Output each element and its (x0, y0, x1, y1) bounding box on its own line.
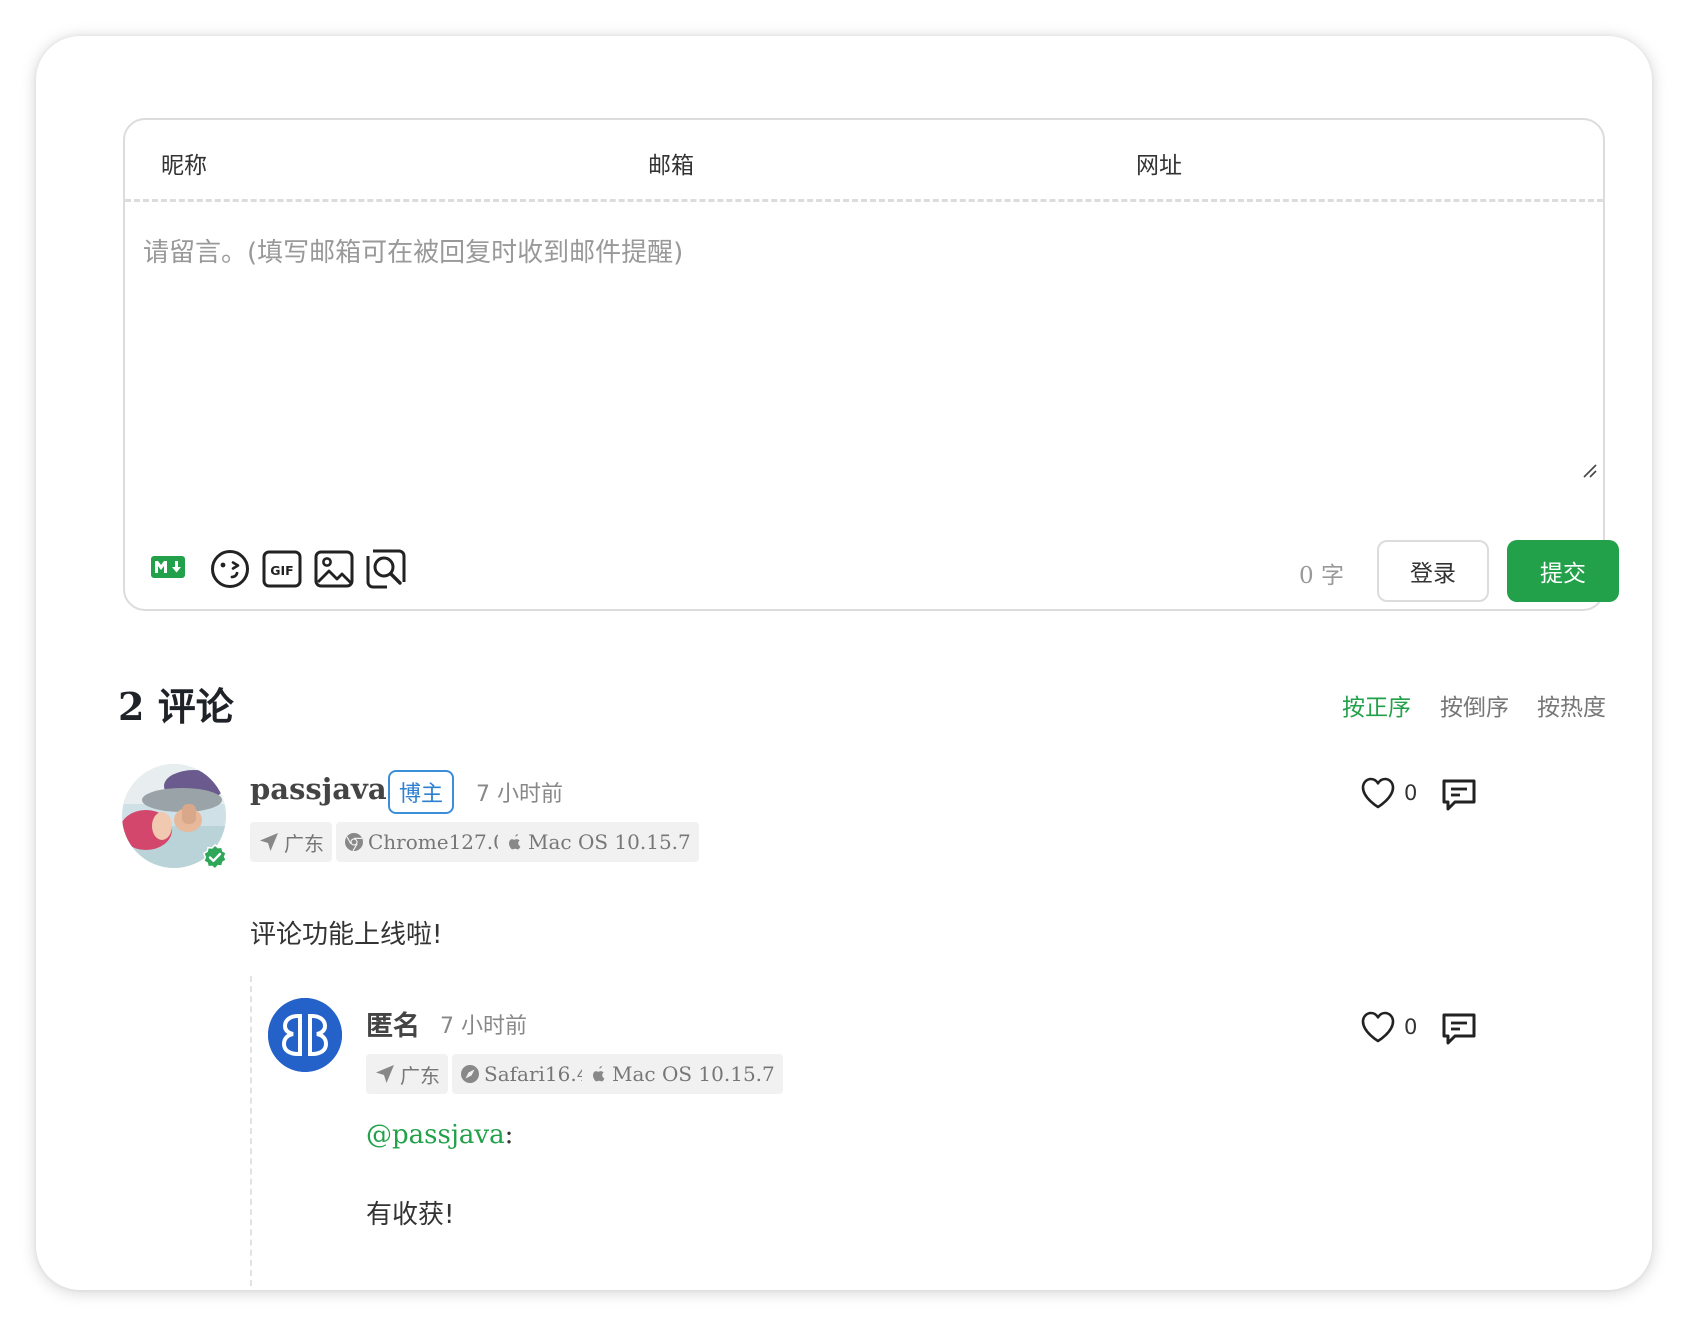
reply-content: 有收获! (366, 1200, 455, 1230)
emoji-icon[interactable] (209, 548, 251, 590)
reply-icon[interactable] (1440, 1010, 1478, 1048)
heart-icon (1361, 777, 1395, 809)
like-count: 0 (1404, 781, 1418, 805)
mention-link[interactable]: @passjava (366, 1120, 505, 1150)
reply-mention: @passjava: (366, 1120, 513, 1150)
reply-location-tag: 广东 (366, 1054, 448, 1094)
reply-time: 7 小时前 (440, 1014, 527, 1039)
browser-tag: Chrome127.0 (336, 822, 514, 862)
reply-os-tag: Mac OS 10.15.7 (582, 1054, 783, 1094)
word-count: 0 字 (1299, 556, 1344, 590)
reply-like-count: 0 (1404, 1015, 1418, 1039)
apple-icon (509, 834, 521, 850)
comment-count-label: 评论 (157, 684, 234, 729)
submit-button[interactable]: 提交 (1507, 540, 1619, 602)
comment-card: 昵称 邮箱 网址 请留言。(填写邮箱可在被回复时收到邮件提醒) GIF 0 字 … (36, 36, 1652, 1290)
reply-thread-line (250, 976, 252, 1286)
gif-icon[interactable]: GIF (261, 548, 303, 590)
comment-nick[interactable]: passjava (250, 772, 387, 806)
location-text: 广东 (284, 831, 324, 856)
os-text: Mac OS 10.15.7 (528, 830, 691, 854)
email-input[interactable]: 邮箱 (648, 146, 694, 180)
resize-handle-icon[interactable] (1581, 462, 1597, 478)
reply-browser-tag: Safari16.4 (452, 1054, 598, 1094)
reply-icon[interactable] (1440, 776, 1478, 814)
reply-like-button[interactable]: 0 (1360, 1010, 1417, 1044)
location-arrow-icon (376, 1065, 394, 1083)
nickname-input[interactable]: 昵称 (161, 146, 207, 180)
sort-ascending[interactable]: 按正序 (1342, 688, 1411, 722)
reply-os-text: Mac OS 10.15.7 (612, 1062, 775, 1086)
apple-icon (593, 1066, 605, 1082)
svg-text:GIF: GIF (270, 563, 293, 578)
comment-count-title: 2 评论 (118, 676, 234, 731)
editor-toolbar: GIF 0 字 登录 提交 (151, 540, 1619, 602)
website-input[interactable]: 网址 (1136, 146, 1182, 180)
chrome-icon (345, 833, 363, 852)
os-tag: Mac OS 10.15.7 (498, 822, 699, 862)
reply-browser-text: Safari16.4 (484, 1062, 590, 1086)
comment-editor: 昵称 邮箱 网址 请留言。(填写邮箱可在被回复时收到邮件提醒) GIF 0 字 … (123, 118, 1619, 611)
word-count-unit: 字 (1320, 563, 1344, 589)
comment-content: 评论功能上线啦! (250, 920, 443, 950)
browser-text: Chrome127.0 (368, 830, 506, 854)
anonymous-avatar (268, 998, 342, 1072)
safari-icon (461, 1065, 479, 1083)
location-tag: 广东 (250, 822, 332, 862)
markdown-icon[interactable] (151, 554, 185, 580)
comment-time: 7 小时前 (476, 782, 563, 807)
image-icon[interactable] (313, 548, 355, 590)
mention-suffix: : (504, 1120, 514, 1150)
reply-location-text: 广东 (400, 1063, 440, 1088)
identity-fields: 昵称 邮箱 网址 (125, 120, 1603, 202)
reply-nick[interactable]: 匿名 (366, 1004, 420, 1043)
word-count-value: 0 (1299, 563, 1314, 589)
location-arrow-icon (260, 833, 278, 851)
sort-hot[interactable]: 按热度 (1537, 688, 1606, 722)
heart-icon (1361, 1011, 1395, 1043)
owner-badge: 博主 (388, 770, 454, 814)
sort-descending[interactable]: 按倒序 (1440, 688, 1509, 722)
preview-icon[interactable] (365, 548, 407, 590)
login-button[interactable]: 登录 (1377, 540, 1489, 602)
comment-textarea[interactable]: 请留言。(填写邮箱可在被回复时收到邮件提醒) (143, 232, 683, 269)
comment-count: 2 (118, 684, 145, 729)
verified-icon (202, 844, 228, 870)
like-button[interactable]: 0 (1360, 776, 1417, 810)
